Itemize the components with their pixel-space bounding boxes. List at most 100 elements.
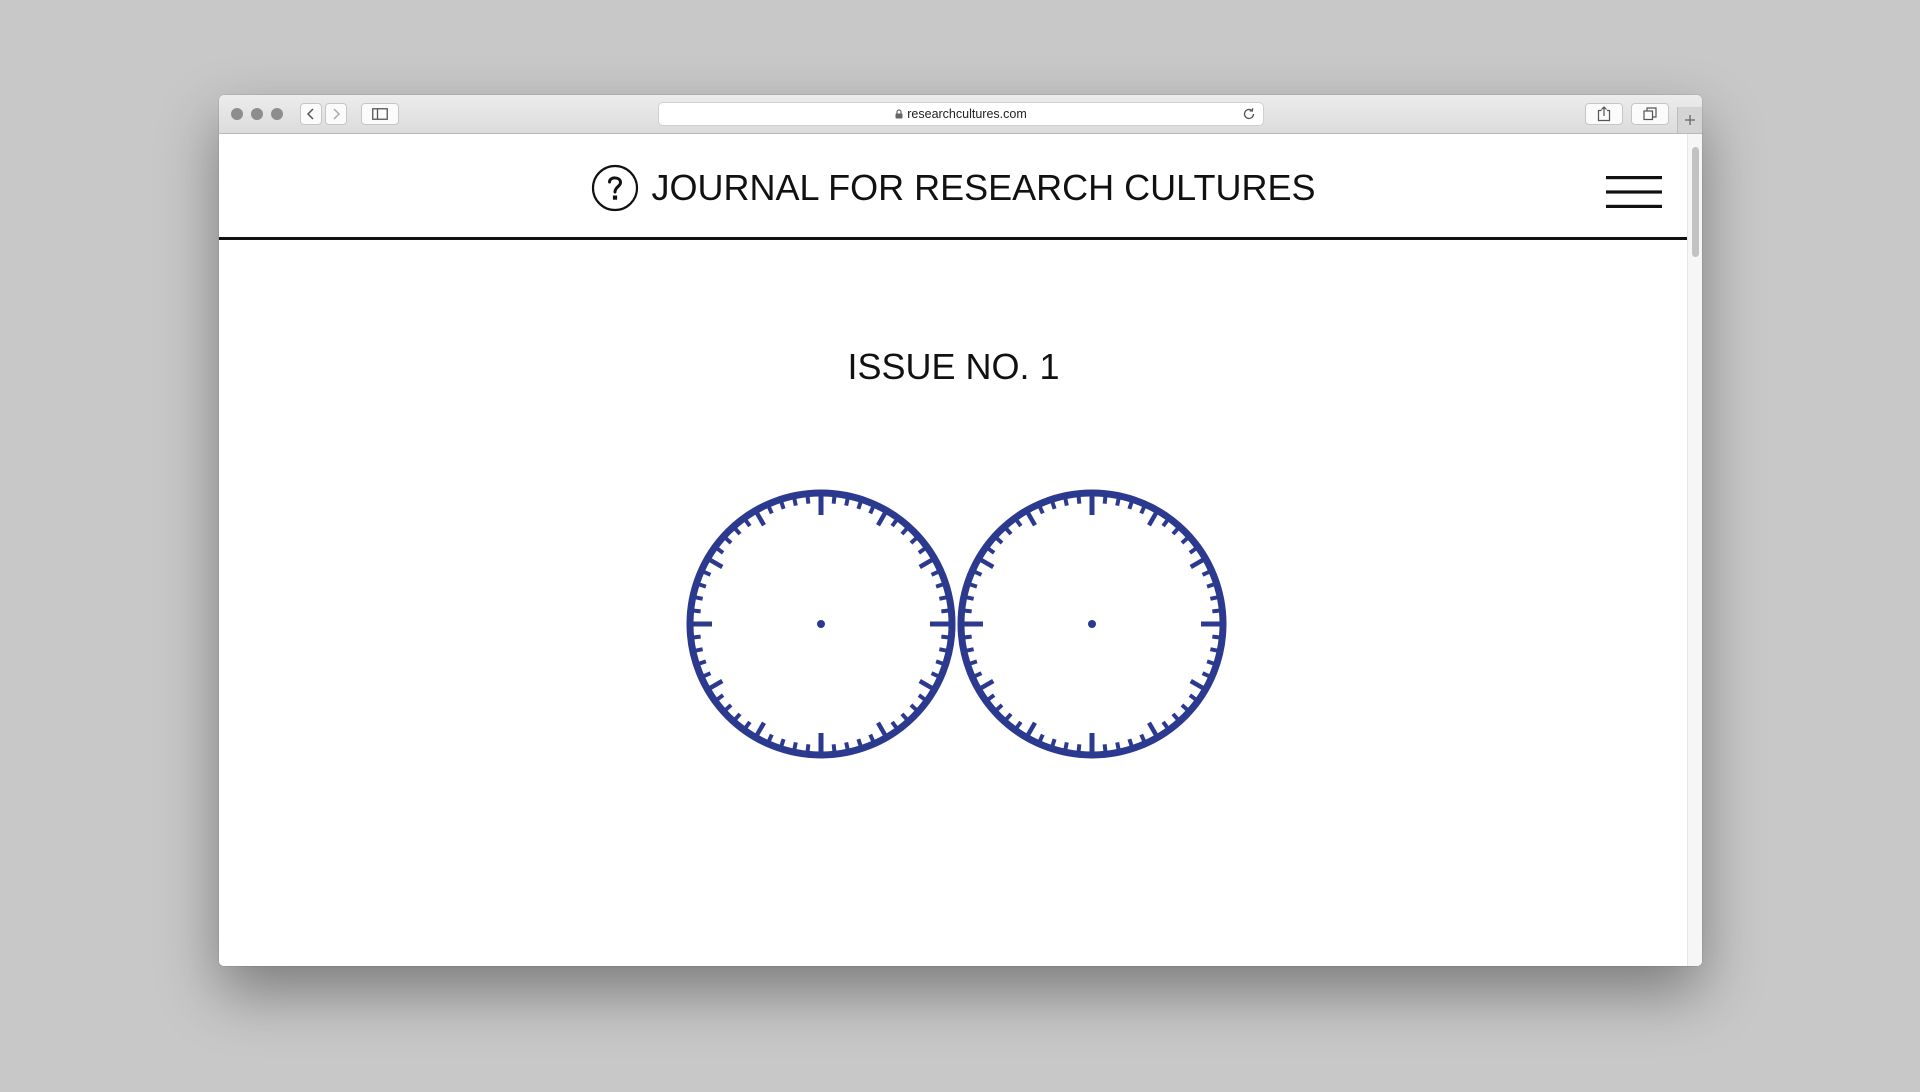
- site-header: JOURNAL FOR RESEARCH CULTURES: [219, 134, 1688, 240]
- dial-tick: [1206, 659, 1216, 666]
- dial-tick: [1212, 608, 1221, 614]
- zoom-window-button[interactable]: [271, 108, 283, 120]
- dial-tick: [1206, 582, 1216, 589]
- dial-tick: [743, 518, 752, 528]
- dial-tick: [708, 679, 724, 691]
- dial-tick: [890, 720, 899, 730]
- share-button[interactable]: [1585, 103, 1623, 125]
- dial-tick: [1127, 738, 1134, 748]
- dial-tick: [1063, 741, 1069, 751]
- dial-tick: [994, 536, 1004, 545]
- dial-tick: [979, 679, 995, 691]
- dial-tick: [733, 526, 742, 536]
- dial-tick: [918, 679, 934, 691]
- dial-tick: [973, 671, 983, 679]
- dial-tick: [938, 595, 948, 601]
- dial-tick: [1209, 595, 1219, 601]
- dial-tick: [968, 659, 978, 666]
- dial-tick: [1180, 536, 1190, 545]
- dial-tick: [876, 721, 888, 737]
- dial-tick: [1115, 741, 1121, 751]
- dial-tick: [1014, 518, 1023, 528]
- dial-tick: [1076, 744, 1082, 753]
- dial-tick: [708, 557, 724, 569]
- dial-tick: [935, 582, 945, 589]
- dial-tick: [909, 703, 919, 712]
- dial-tick: [963, 608, 972, 614]
- dial-tick: [930, 671, 940, 679]
- dial-center-dot: [817, 620, 825, 628]
- address-bar[interactable]: researchcultures.com: [658, 102, 1264, 126]
- dial-tick: [1201, 569, 1211, 577]
- dial-tick: [1139, 505, 1147, 515]
- sidebar-toggle-button[interactable]: [361, 103, 399, 125]
- dial-tick: [941, 634, 950, 640]
- dial-tick: [935, 659, 945, 666]
- dial-tick: [715, 546, 725, 555]
- dial-tick: [805, 495, 811, 504]
- dial-tick: [723, 536, 733, 545]
- tab-overview-button[interactable]: [1631, 103, 1669, 125]
- dial-tick: [792, 497, 798, 507]
- dial-tick: [1076, 495, 1082, 504]
- dial-tick: [733, 712, 742, 722]
- lock-icon: [895, 109, 903, 119]
- dial-tick: [1025, 511, 1037, 527]
- dial-tick: [1188, 693, 1198, 702]
- dial-tick: [743, 720, 752, 730]
- dial-tick: [1102, 744, 1108, 753]
- dial-tick: [766, 505, 774, 515]
- dial-tick: [1212, 634, 1221, 640]
- site-title: JOURNAL FOR RESEARCH CULTURES: [651, 167, 1316, 208]
- dial-tick: [754, 721, 766, 737]
- dial-tick: [1037, 733, 1045, 743]
- dial-tick: [868, 505, 876, 515]
- dial-tick: [1171, 526, 1180, 536]
- close-window-button[interactable]: [231, 108, 243, 120]
- dial-tick: [844, 741, 850, 751]
- browser-window: researchcultures.com JOURNAL FOR RESEARC…: [219, 95, 1702, 966]
- url-text: researchcultures.com: [907, 107, 1027, 121]
- dial-tick: [754, 511, 766, 527]
- dial-tick: [792, 741, 798, 751]
- dial-tick: [844, 497, 850, 507]
- dial-tick: [1014, 720, 1023, 730]
- dial-tick: [876, 511, 888, 527]
- dial-tick: [1209, 647, 1219, 653]
- dial-tick: [856, 738, 863, 748]
- left-dial: [686, 489, 956, 759]
- forward-button[interactable]: [325, 103, 347, 125]
- dial-tick: [1063, 497, 1069, 507]
- dial-tick: [1147, 721, 1159, 737]
- dial-tick: [965, 647, 975, 653]
- dial-tick: [1050, 500, 1057, 510]
- vertical-scrollbar[interactable]: [1687, 134, 1702, 966]
- minimize-window-button[interactable]: [251, 108, 263, 120]
- dial-tick: [986, 546, 996, 555]
- dial-tick: [1188, 546, 1198, 555]
- site-brand[interactable]: JOURNAL FOR RESEARCH CULTURES: [219, 164, 1688, 212]
- dial-tick: [938, 647, 948, 653]
- right-dial: [957, 489, 1227, 759]
- address-bar-display: researchcultures.com: [659, 107, 1263, 121]
- dial-tick: [986, 693, 996, 702]
- dial-tick: [697, 582, 707, 589]
- dial-tick: [779, 738, 786, 748]
- reload-icon[interactable]: [1242, 107, 1256, 121]
- dial-tick: [1139, 733, 1147, 743]
- scrollbar-thumb[interactable]: [1692, 147, 1699, 257]
- back-button[interactable]: [300, 103, 322, 125]
- dial-tick: [979, 557, 995, 569]
- question-mark-logo-icon: [592, 164, 639, 212]
- tabs-icon: [1643, 107, 1657, 121]
- dial-tick: [1189, 557, 1205, 569]
- dial-tick: [779, 500, 786, 510]
- dial-tick: [766, 733, 774, 743]
- forward-icon: [333, 108, 341, 120]
- hamburger-menu-icon[interactable]: [1606, 176, 1662, 208]
- plus-icon: [1685, 115, 1695, 125]
- new-tab-button[interactable]: [1677, 107, 1702, 133]
- dial-tick: [868, 733, 876, 743]
- issue-title: ISSUE NO. 1: [847, 346, 1060, 387]
- issue-artwork-twin-dials: [686, 489, 1227, 759]
